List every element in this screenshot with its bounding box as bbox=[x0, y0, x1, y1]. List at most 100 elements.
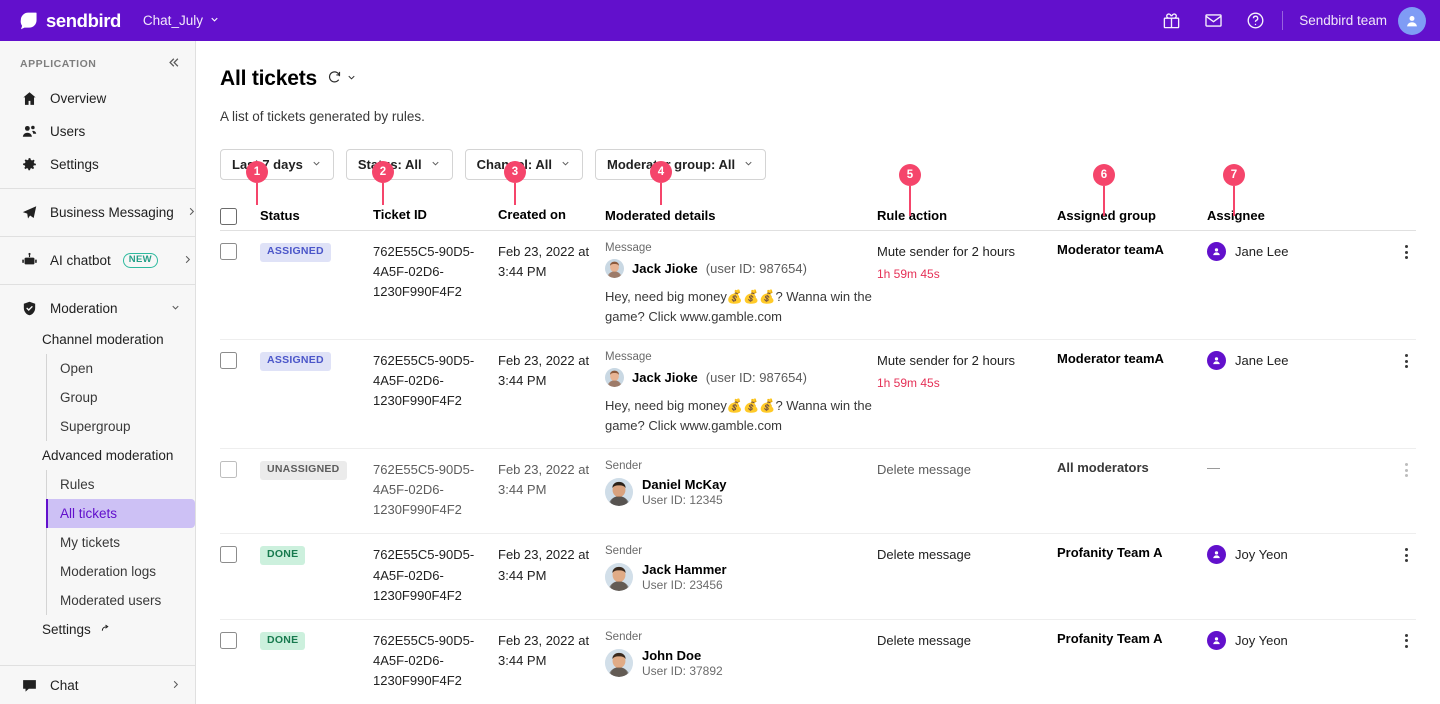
row-more-options-icon[interactable] bbox=[1405, 242, 1408, 326]
cell-assigned-group: Profanity Team A bbox=[1057, 545, 1207, 605]
row-more-options-icon[interactable] bbox=[1405, 351, 1408, 435]
table-row[interactable]: DONE 762E55C5-90D5-4A5F-02D6-1230F990F4F2… bbox=[220, 620, 1416, 704]
cell-moderated-details: Sender John Doe User ID: 37892 bbox=[605, 631, 877, 691]
sidebar-subitem-label: Moderated users bbox=[60, 593, 162, 608]
sidebar-item-supergroup[interactable]: Supergroup bbox=[46, 412, 195, 441]
cell-rule-action: Delete message bbox=[877, 545, 1057, 605]
gear-icon bbox=[20, 156, 38, 174]
sidebar-item-business-messaging[interactable]: Business Messaging bbox=[0, 196, 195, 229]
table-row[interactable]: UNASSIGNED 762E55C5-90D5-4A5F-02D6-1230F9… bbox=[220, 449, 1416, 535]
assignee-chip: Joy Yeon bbox=[1207, 545, 1347, 565]
app-root: sendbird Chat_July Sendbird team APPLICA… bbox=[0, 0, 1440, 704]
sidebar-item-moderation-logs[interactable]: Moderation logs bbox=[46, 557, 195, 586]
rule-action-text: Delete message bbox=[877, 632, 971, 648]
app-selector[interactable]: Chat_July bbox=[143, 13, 220, 28]
column-header-assigned-group: Assigned group bbox=[1057, 208, 1156, 223]
sidebar-subitem-label: Supergroup bbox=[60, 419, 131, 434]
callout-marker-stem bbox=[256, 183, 258, 205]
sidebar-item-open[interactable]: Open bbox=[46, 354, 195, 383]
assignee-chip: Joy Yeon bbox=[1207, 630, 1347, 650]
sidebar-item-moderation-settings[interactable]: Settings bbox=[0, 615, 195, 644]
column-header-rule-action: Rule action bbox=[877, 207, 948, 223]
row-more-options-icon[interactable] bbox=[1405, 631, 1408, 691]
sidebar-item-group[interactable]: Group bbox=[46, 383, 195, 412]
row-checkbox[interactable] bbox=[220, 631, 237, 649]
sidebar-subitem-label: My tickets bbox=[60, 535, 121, 550]
table-row[interactable]: ASSIGNED 762E55C5-90D5-4A5F-02D6-1230F990… bbox=[220, 231, 1416, 340]
row-more-options-icon[interactable] bbox=[1405, 545, 1408, 605]
cell-moderated-details: Message Jack Jioke (user ID: 987654) Hey, n… bbox=[605, 242, 877, 326]
cell-assignee: — bbox=[1207, 460, 1347, 520]
row-checkbox[interactable] bbox=[220, 461, 237, 478]
callout-marker-number: 4 bbox=[650, 161, 672, 183]
sidebar-subitem-label: Rules bbox=[60, 477, 95, 492]
help-circle-icon[interactable] bbox=[1245, 10, 1266, 31]
cell-created-on: Feb 23, 2022 at 3:44 PM bbox=[498, 462, 590, 498]
gift-icon[interactable] bbox=[1161, 10, 1182, 31]
sidebar-item-ai-chatbot[interactable]: AI chatbot NEW bbox=[0, 244, 195, 277]
cell-assignee: Joy Yeon bbox=[1207, 630, 1347, 691]
sender-name: John Doe bbox=[642, 647, 702, 663]
account-menu[interactable]: Sendbird team bbox=[1299, 6, 1426, 35]
sidebar-item-chat[interactable]: Chat bbox=[0, 666, 195, 704]
row-checkbox[interactable] bbox=[220, 352, 237, 369]
cell-moderated-details: Sender Jack Hammer User ID: 23456 bbox=[605, 545, 877, 605]
chevron-down-icon bbox=[311, 158, 322, 172]
cell-assigned-group: Moderator teamA bbox=[1057, 351, 1207, 435]
assignee-avatar-icon bbox=[1207, 351, 1226, 370]
sidebar-item-advanced-moderation[interactable]: Advanced moderation bbox=[0, 441, 195, 470]
callout-marker-stem bbox=[660, 183, 662, 205]
sidebar-item-rules[interactable]: Rules bbox=[46, 470, 195, 499]
sidebar-item-users[interactable]: Users bbox=[0, 115, 195, 148]
account-name: Sendbird team bbox=[1299, 13, 1387, 28]
row-checkbox[interactable] bbox=[220, 243, 237, 260]
cell-created-on: Feb 23, 2022 at 3:44 PM bbox=[498, 353, 590, 389]
assignee-name: Joy Yeon bbox=[1235, 547, 1288, 563]
table-row[interactable]: ASSIGNED 762E55C5-90D5-4A5F-02D6-1230F990… bbox=[220, 340, 1416, 449]
assignee-chip: Jane Lee bbox=[1207, 242, 1347, 261]
home-icon bbox=[20, 90, 38, 108]
select-all-cell bbox=[220, 207, 260, 225]
sidebar-item-channel-moderation[interactable]: Channel moderation bbox=[0, 325, 195, 354]
cell-ticket-id: 762E55C5-90D5-4A5F-02D6-1230F990F4F2 bbox=[373, 547, 475, 603]
refresh-control[interactable] bbox=[327, 69, 357, 89]
sidebar-item-overview[interactable]: Overview bbox=[0, 82, 195, 115]
callout-marker: 5 bbox=[899, 164, 932, 216]
sidebar-item-settings[interactable]: Settings bbox=[0, 148, 195, 181]
cell-assignee: Joy Yeon bbox=[1207, 545, 1347, 605]
sidebar-item-label: Chat bbox=[50, 677, 79, 693]
column-header-assignee: Assignee bbox=[1207, 208, 1265, 223]
callout-marker-number: 1 bbox=[246, 161, 268, 183]
page-title: All tickets bbox=[220, 67, 318, 90]
row-more-options-icon[interactable] bbox=[1405, 460, 1408, 520]
rule-action-text: Mute sender for 2 hours bbox=[877, 353, 1016, 368]
callout-marker-number: 3 bbox=[504, 161, 526, 183]
select-all-checkbox[interactable] bbox=[220, 207, 237, 225]
chevron-right-icon bbox=[182, 254, 193, 267]
row-checkbox[interactable] bbox=[220, 546, 237, 564]
mail-icon[interactable] bbox=[1203, 10, 1224, 31]
cell-row-actions bbox=[1347, 631, 1416, 691]
sender-name: Daniel McKay bbox=[642, 477, 727, 492]
sidebar-item-all-tickets[interactable]: All tickets bbox=[46, 499, 195, 528]
sidebar-group-advanced-moderation: Rules All tickets My tickets Moderation … bbox=[46, 470, 195, 615]
sidebar-item-my-tickets[interactable]: My tickets bbox=[46, 528, 195, 557]
row-select-cell bbox=[220, 460, 260, 520]
chat-bubble-icon bbox=[20, 676, 38, 694]
cell-created-on: Feb 23, 2022 at 3:44 PM bbox=[498, 547, 590, 583]
table-row[interactable]: DONE 762E55C5-90D5-4A5F-02D6-1230F990F4F2… bbox=[220, 534, 1416, 620]
callout-marker: 7 bbox=[1223, 164, 1256, 216]
chevron-right-icon bbox=[186, 206, 195, 219]
cell-created-on: Feb 23, 2022 at 3:44 PM bbox=[498, 244, 590, 280]
sidebar-item-label: Business Messaging bbox=[50, 205, 174, 220]
cell-row-actions bbox=[1347, 460, 1416, 520]
row-select-cell bbox=[220, 545, 260, 605]
rule-action-text: Delete message bbox=[877, 547, 971, 563]
brand-logo[interactable]: sendbird bbox=[18, 10, 121, 32]
sidebar-item-moderated-users[interactable]: Moderated users bbox=[46, 586, 195, 615]
assigned-group-name: Profanity Team A bbox=[1057, 545, 1163, 561]
sidebar-item-moderation[interactable]: Moderation bbox=[0, 292, 195, 325]
refresh-icon bbox=[327, 69, 342, 89]
collapse-left-icon[interactable] bbox=[166, 55, 181, 73]
assignee-name: Joy Yeon bbox=[1235, 632, 1288, 648]
